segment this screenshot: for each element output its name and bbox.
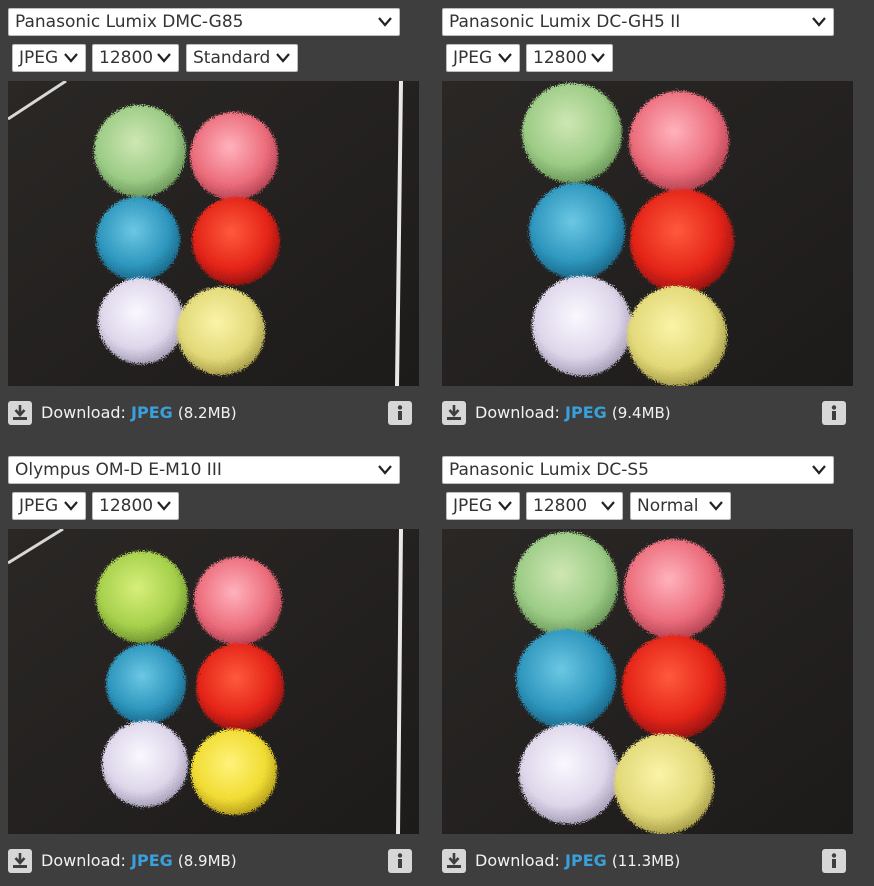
download-label: Download: — [475, 851, 560, 870]
format-select-value: JPEG — [453, 48, 493, 68]
camera-select[interactable]: Panasonic Lumix DMC-G85 — [8, 8, 400, 36]
style-select-value: Standard — [193, 48, 271, 68]
download-text: Download: JPEG (8.9MB) — [41, 848, 237, 874]
iso-select-value: 12800 — [533, 48, 588, 68]
comparison-panel-2: Panasonic Lumix DC-GH5 II JPEG 12800 Dow — [442, 8, 854, 438]
download-icon[interactable] — [8, 849, 32, 873]
download-icon[interactable] — [8, 401, 32, 425]
download-row: Download: JPEG (11.3MB) — [442, 848, 852, 874]
sample-image[interactable] — [8, 529, 419, 834]
chevron-down-icon — [378, 465, 392, 475]
camera-select[interactable]: Panasonic Lumix DC-S5 — [442, 456, 834, 484]
download-row: Download: JPEG (8.2MB) — [8, 400, 418, 426]
download-link[interactable]: JPEG — [131, 851, 173, 870]
chevron-down-icon — [276, 53, 290, 63]
chevron-down-icon — [157, 53, 171, 63]
iso-select[interactable]: 12800 — [92, 44, 179, 72]
comparison-panel-4: Panasonic Lumix DC-S5 JPEG 12800 Normal — [442, 456, 854, 886]
iso-select-value: 12800 — [99, 496, 154, 516]
chevron-down-icon — [812, 17, 826, 27]
download-size: (11.3MB) — [611, 852, 681, 870]
info-icon[interactable] — [388, 849, 412, 873]
sample-image[interactable] — [442, 529, 853, 834]
info-icon[interactable] — [822, 401, 846, 425]
info-icon[interactable] — [388, 401, 412, 425]
format-select[interactable]: JPEG — [446, 44, 520, 72]
comparison-panel-3: Olympus OM-D E-M10 III JPEG 12800 Downlo… — [8, 456, 420, 886]
download-row: Download: JPEG (8.9MB) — [8, 848, 418, 874]
format-select[interactable]: JPEG — [12, 44, 86, 72]
download-size: (8.2MB) — [177, 404, 237, 422]
iso-select-value: 12800 — [533, 496, 588, 516]
download-label: Download: — [475, 403, 560, 422]
format-select-value: JPEG — [19, 48, 59, 68]
camera-select-value: Olympus OM-D E-M10 III — [15, 460, 222, 480]
style-select-value: Normal — [637, 496, 699, 516]
chevron-down-icon — [157, 501, 171, 511]
style-select[interactable]: Standard — [186, 44, 298, 72]
download-text: Download: JPEG (8.2MB) — [41, 400, 237, 426]
chevron-down-icon — [64, 501, 78, 511]
download-label: Download: — [41, 403, 126, 422]
download-link[interactable]: JPEG — [565, 851, 607, 870]
iso-select-value: 12800 — [99, 48, 154, 68]
camera-select-value: Panasonic Lumix DC-S5 — [449, 460, 649, 480]
sample-image[interactable] — [442, 81, 853, 386]
camera-select-value: Panasonic Lumix DC-GH5 II — [449, 12, 681, 32]
iso-select[interactable]: 12800 — [526, 492, 623, 520]
download-link[interactable]: JPEG — [131, 403, 173, 422]
download-text: Download: JPEG (9.4MB) — [475, 400, 671, 426]
download-row: Download: JPEG (9.4MB) — [442, 400, 852, 426]
chevron-down-icon — [498, 53, 512, 63]
chevron-down-icon — [601, 501, 615, 511]
chevron-down-icon — [64, 53, 78, 63]
download-icon[interactable] — [442, 401, 466, 425]
sample-image[interactable] — [8, 81, 419, 386]
camera-select-value: Panasonic Lumix DMC-G85 — [15, 12, 244, 32]
format-select-value: JPEG — [19, 496, 59, 516]
download-icon[interactable] — [442, 849, 466, 873]
comparison-panel-1: Panasonic Lumix DMC-G85 JPEG 12800 Stand… — [8, 8, 420, 438]
download-link[interactable]: JPEG — [565, 403, 607, 422]
chevron-down-icon — [812, 465, 826, 475]
info-icon[interactable] — [822, 849, 846, 873]
format-select[interactable]: JPEG — [446, 492, 520, 520]
chevron-down-icon — [498, 501, 512, 511]
download-label: Download: — [41, 851, 126, 870]
camera-select[interactable]: Panasonic Lumix DC-GH5 II — [442, 8, 834, 36]
chevron-down-icon — [591, 53, 605, 63]
download-size: (8.9MB) — [177, 852, 237, 870]
format-select[interactable]: JPEG — [12, 492, 86, 520]
download-size: (9.4MB) — [611, 404, 671, 422]
iso-select[interactable]: 12800 — [526, 44, 613, 72]
chevron-down-icon — [709, 501, 723, 511]
chevron-down-icon — [378, 17, 392, 27]
download-text: Download: JPEG (11.3MB) — [475, 848, 680, 874]
camera-select[interactable]: Olympus OM-D E-M10 III — [8, 456, 400, 484]
style-select[interactable]: Normal — [630, 492, 731, 520]
iso-select[interactable]: 12800 — [92, 492, 179, 520]
format-select-value: JPEG — [453, 496, 493, 516]
